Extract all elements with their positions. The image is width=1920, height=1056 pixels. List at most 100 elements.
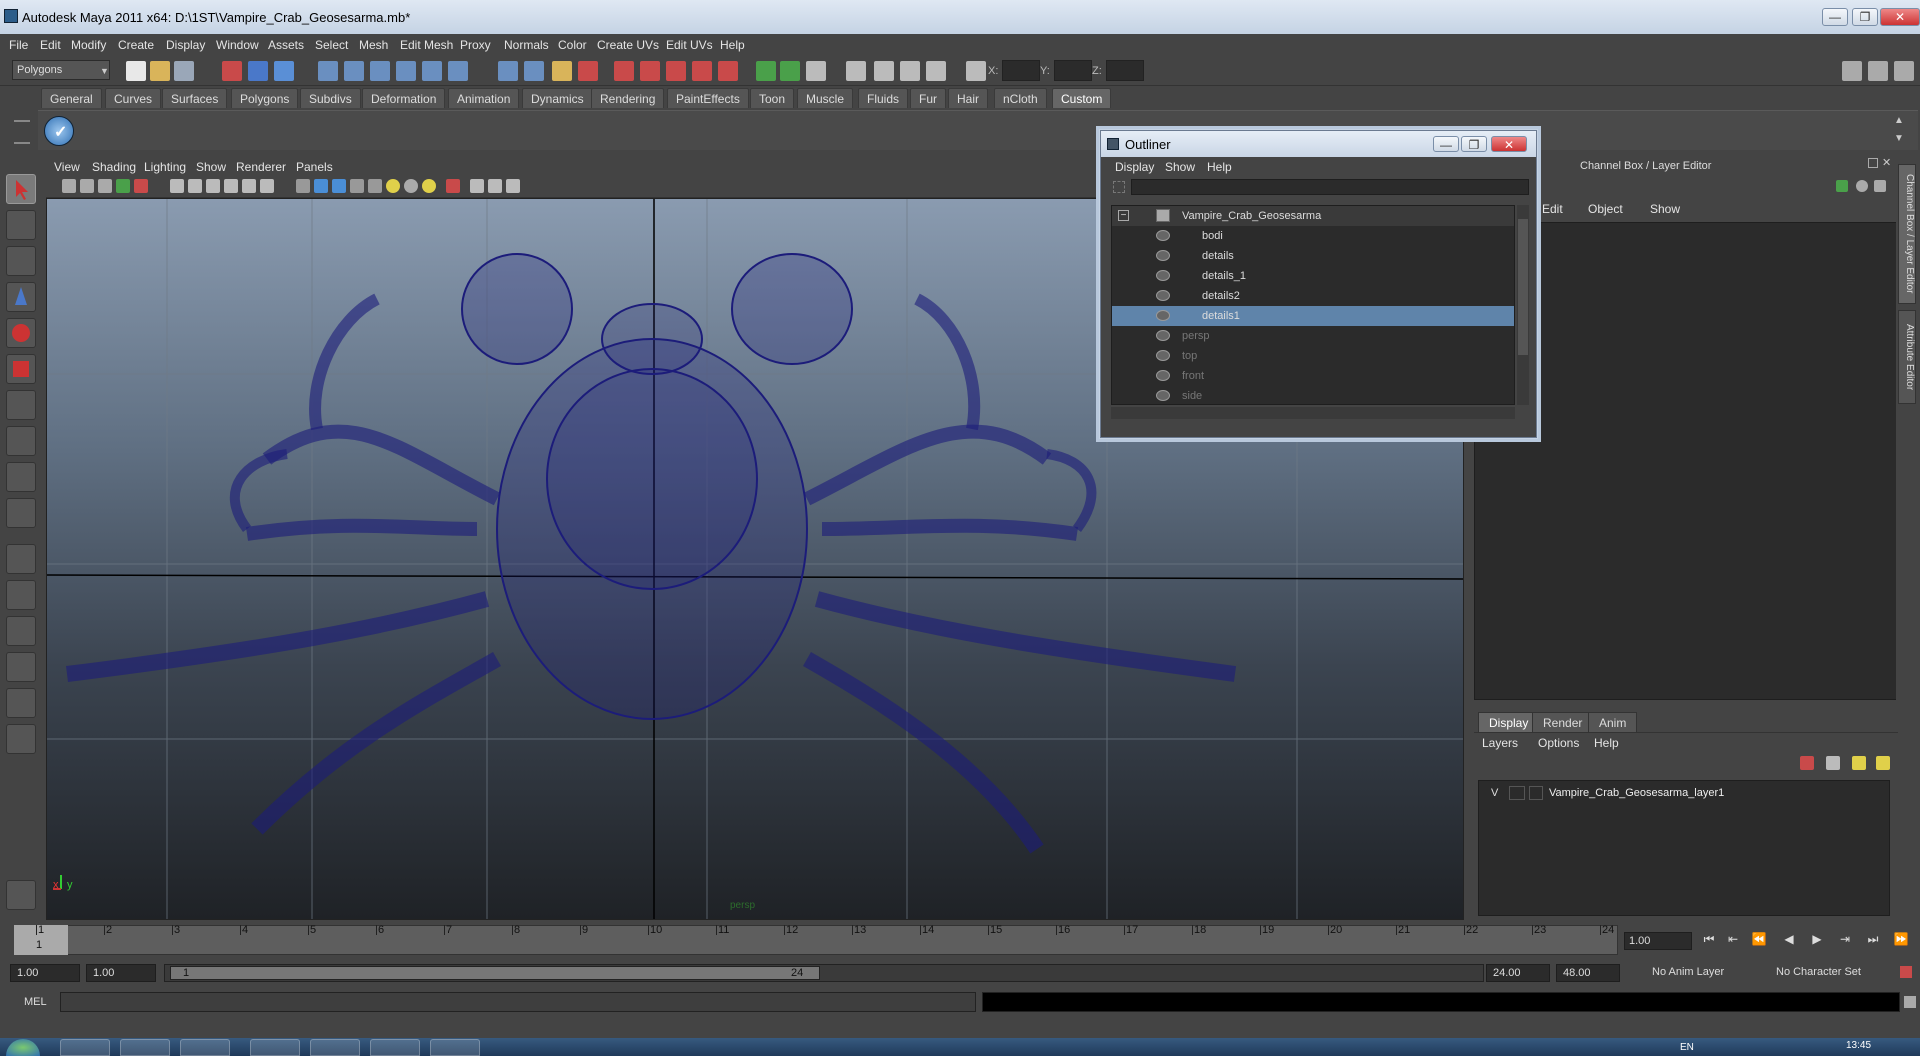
xray-icon[interactable] <box>368 179 382 193</box>
select-component-icon[interactable] <box>274 61 294 81</box>
layer-visibility-toggle[interactable]: V <box>1491 787 1498 799</box>
shadows-icon[interactable] <box>422 179 436 193</box>
channel-box-icon[interactable] <box>1894 61 1914 81</box>
go-to-end-icon[interactable]: ⏭ <box>1862 932 1884 952</box>
show-ui-icon[interactable] <box>846 61 866 81</box>
history-icon[interactable] <box>498 61 518 81</box>
end-time-field[interactable]: 48.00 <box>1556 964 1620 982</box>
outliner-item-details-1[interactable]: details_1 <box>1112 266 1514 286</box>
outliner-menu-show[interactable]: Show <box>1165 160 1195 174</box>
layout-persp-outliner-icon[interactable] <box>6 616 36 646</box>
layout-four-icon[interactable] <box>6 580 36 610</box>
cb-menu-show[interactable]: Show <box>1650 202 1680 216</box>
snap-plane-icon[interactable] <box>396 61 416 81</box>
step-back-frame-icon[interactable]: ⏪ <box>1748 932 1770 952</box>
lock-icon[interactable] <box>552 61 572 81</box>
start-time-field[interactable]: 1.00 <box>10 964 80 982</box>
layer-color-swatch[interactable] <box>1529 786 1543 800</box>
shelf-tab-fur[interactable]: Fur <box>910 88 946 108</box>
snap-grid-icon[interactable] <box>318 61 338 81</box>
layer-tab-anim[interactable]: Anim <box>1588 712 1638 732</box>
taskbar-maya-icon[interactable] <box>120 1039 170 1056</box>
hud-icon[interactable] <box>470 179 484 193</box>
new-scene-icon[interactable] <box>126 61 146 81</box>
menu-assets[interactable]: Assets <box>268 38 304 52</box>
default-light-icon[interactable] <box>386 179 400 193</box>
playback-end-field[interactable]: 24.00 <box>1486 964 1550 982</box>
snap-curve-icon[interactable] <box>344 61 364 81</box>
outliner-vertical-scrollbar[interactable] <box>1517 205 1529 405</box>
step-forward-key-icon[interactable]: ⇥ <box>1834 932 1856 952</box>
new-layer-from-selected-icon[interactable] <box>1876 756 1890 770</box>
cb-menu-edit[interactable]: Edit <box>1542 202 1563 216</box>
range-slider-handle[interactable]: 1 24 <box>170 966 820 980</box>
last-tool-icon[interactable] <box>6 498 36 528</box>
soft-mod-tool-icon[interactable] <box>6 426 36 456</box>
menu-display[interactable]: Display <box>166 38 205 52</box>
menu-edit-mesh[interactable]: Edit Mesh <box>400 38 453 52</box>
manipulator-tool-icon[interactable] <box>6 390 36 420</box>
menu-help[interactable]: Help <box>720 38 745 52</box>
show-timeslider-icon[interactable] <box>874 61 894 81</box>
vp-menu-show[interactable]: Show <box>196 160 226 174</box>
snap-surface-icon[interactable] <box>422 61 442 81</box>
outliner-filter-field[interactable] <box>1131 179 1529 195</box>
menu-create-uvs[interactable]: Create UVs <box>597 38 659 52</box>
channel-box-close-icon[interactable]: ✕ <box>1882 156 1891 169</box>
menu-file[interactable]: File <box>9 38 28 52</box>
vp-menu-lighting[interactable]: Lighting <box>144 160 186 174</box>
vp-menu-renderer[interactable]: Renderer <box>236 160 286 174</box>
move-tool-icon[interactable] <box>6 282 36 312</box>
minimize-button[interactable]: — <box>1822 8 1848 26</box>
image-plane-icon[interactable] <box>116 179 130 193</box>
layer-menu-layers[interactable]: Layers <box>1482 736 1518 750</box>
open-scene-icon[interactable] <box>150 61 170 81</box>
outliner-item-side[interactable]: side <box>1112 386 1514 404</box>
select-hierarchy-icon[interactable] <box>222 61 242 81</box>
shelf-tab-animation[interactable]: Animation <box>448 88 520 108</box>
shelf-tab-painteffects[interactable]: PaintEffects <box>667 88 749 108</box>
outliner-close-button[interactable]: ✕ <box>1491 136 1527 152</box>
save-scene-icon[interactable] <box>174 61 194 81</box>
outliner-maximize-button[interactable]: ❐ <box>1461 136 1487 152</box>
snap-live-icon[interactable] <box>448 61 468 81</box>
shelf-tab-custom[interactable]: Custom <box>1052 88 1112 108</box>
layer-menu-help[interactable]: Help <box>1594 736 1619 750</box>
outliner-item-details[interactable]: details <box>1112 246 1514 266</box>
vp-menu-shading[interactable]: Shading <box>92 160 136 174</box>
maximize-button[interactable]: ❐ <box>1852 8 1878 26</box>
outliner-item-details2[interactable]: details2 <box>1112 286 1514 306</box>
menu-normals[interactable]: Normals <box>504 38 549 52</box>
channel-box-float-icon[interactable] <box>1868 158 1878 168</box>
bookmark-icon[interactable] <box>98 179 112 193</box>
textured-icon[interactable] <box>350 179 364 193</box>
menu-create[interactable]: Create <box>118 38 154 52</box>
grease-pencil-icon[interactable] <box>134 179 148 193</box>
tool-settings-icon[interactable] <box>1868 61 1888 81</box>
layout-single-icon[interactable] <box>6 544 36 574</box>
taskbar-skype-icon[interactable] <box>430 1039 480 1056</box>
wireframe-icon[interactable] <box>296 179 310 193</box>
lasso-tool-icon[interactable] <box>6 210 36 240</box>
auto-key-icon[interactable] <box>1900 966 1912 978</box>
playback-start-field[interactable]: 1.00 <box>86 964 156 982</box>
taskbar-max-icon[interactable] <box>180 1039 230 1056</box>
share-icon[interactable] <box>506 179 520 193</box>
outliner-item-bodi[interactable]: bodi <box>1112 226 1514 246</box>
outliner-minimize-button[interactable]: — <box>1433 136 1459 152</box>
grid-icon[interactable] <box>170 179 184 193</box>
menu-color[interactable]: Color <box>558 38 587 52</box>
film-gate-icon[interactable] <box>188 179 202 193</box>
field-chart-icon[interactable] <box>242 179 256 193</box>
taskbar-chrome-icon[interactable] <box>60 1039 110 1056</box>
outliner-item-persp[interactable]: persp <box>1112 326 1514 346</box>
shelf-tab-general[interactable]: General <box>41 88 102 108</box>
layer-tab-display[interactable]: Display <box>1478 712 1540 732</box>
vp-menu-panels[interactable]: Panels <box>296 160 333 174</box>
camera-attributes-icon[interactable] <box>80 179 94 193</box>
step-forward-frame-icon[interactable]: ⏩ <box>1890 932 1912 952</box>
outliner-item-group[interactable]: − Vampire_Crab_Geosesarma <box>1112 206 1514 226</box>
go-to-start-icon[interactable]: ⏮ <box>1698 932 1720 952</box>
render-icon[interactable] <box>614 61 634 81</box>
tab-channel-box-layer-editor[interactable]: Channel Box / Layer Editor <box>1898 164 1916 304</box>
